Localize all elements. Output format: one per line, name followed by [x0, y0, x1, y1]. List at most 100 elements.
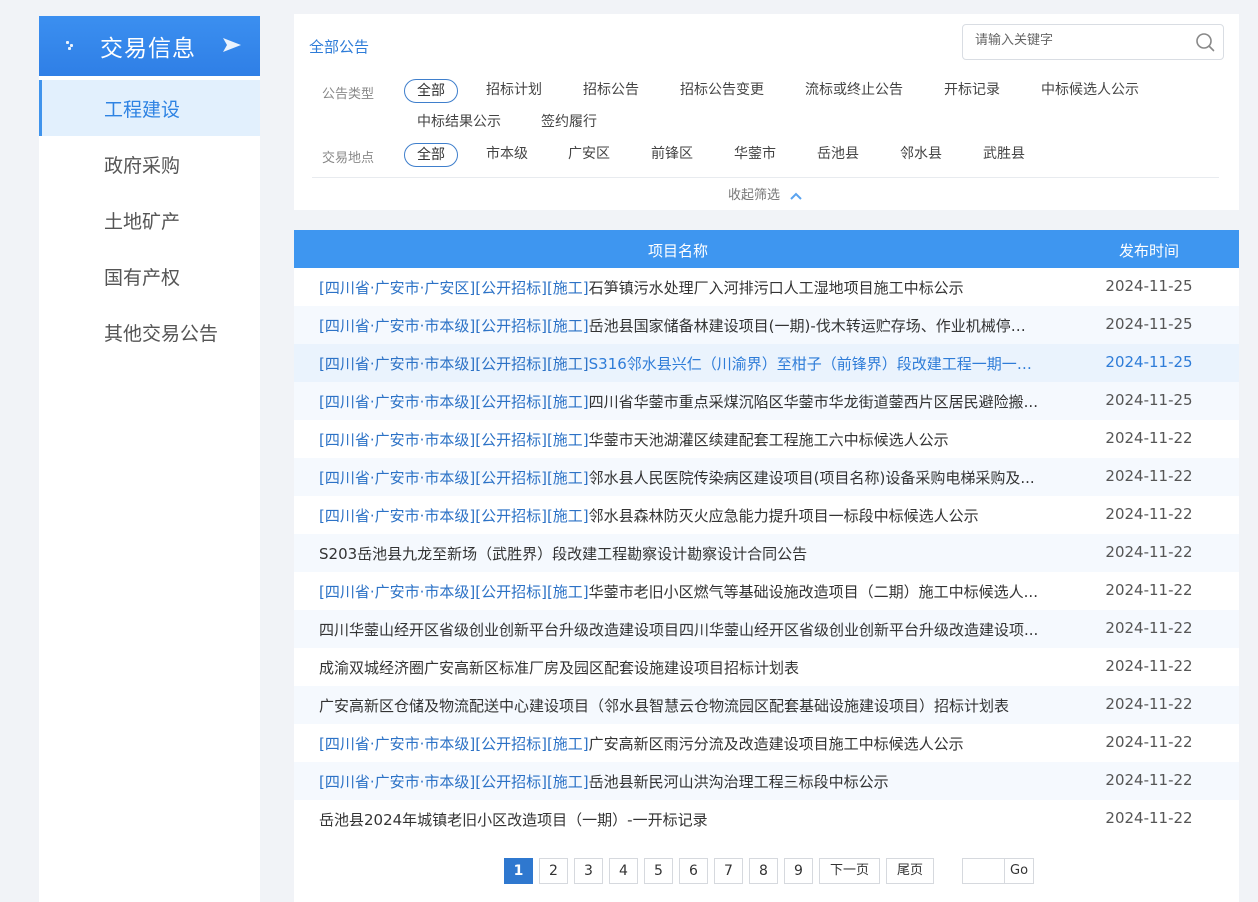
filter-chip-location[interactable]: 前锋区 [651, 143, 693, 167]
filter-chip-location[interactable]: 武胜县 [983, 143, 1025, 167]
search-input[interactable] [975, 33, 1185, 48]
filter-chip-type[interactable]: 全部 [404, 79, 458, 103]
row-title-text: 岳池县2024年城镇老旧小区改造项目（一期）-一开标记录 [319, 811, 708, 829]
sidebar-nav: 工程建设 政府采购 土地矿产 国有产权 其他交易公告 [39, 76, 260, 360]
row-date: 2024-11-22 [1105, 505, 1193, 523]
filter-chip-location[interactable]: 邻水县 [900, 143, 942, 167]
sidebar-item[interactable]: 其他交易公告 [39, 304, 260, 360]
table-row[interactable]: 岳池县2024年城镇老旧小区改造项目（一期）-一开标记录 2024-11-22 [294, 800, 1239, 838]
row-title[interactable]: [四川省·广安市·市本级][公开招标][施工]邻水县森林防灭火应急能力提升项目一… [319, 505, 1039, 526]
row-title[interactable]: [四川省·广安市·市本级][公开招标][施工]华蓥市老旧小区燃气等基础设施改造项… [319, 581, 1039, 602]
table-row[interactable]: [四川省·广安市·市本级][公开招标][施工]S316邻水县兴仁（川渝界）至柑子… [294, 344, 1239, 382]
row-title[interactable]: [四川省·广安市·广安区][公开招标][施工]石笋镇污水处理厂入河排污口人工湿地… [319, 277, 1039, 298]
filter-chip-type[interactable]: 招标计划 [486, 79, 542, 103]
row-title[interactable]: S203岳池县九龙至新场（武胜界）段改建工程勘察设计勘察设计合同公告 [319, 543, 1039, 564]
page-button[interactable]: 9 [784, 858, 813, 884]
table-row[interactable]: [四川省·广安市·市本级][公开招标][施工]广安高新区雨污分流及改造建设项目施… [294, 724, 1239, 762]
row-title[interactable]: 成渝双城经济圈广安高新区标准厂房及园区配套设施建设项目招标计划表 [319, 657, 1039, 678]
filter-chip-type[interactable]: 中标候选人公示 [1041, 79, 1139, 103]
sidebar-item[interactable]: 政府采购 [39, 136, 260, 192]
row-date: 2024-11-25 [1105, 353, 1193, 371]
filter-chip-type[interactable]: 招标公告 [583, 79, 639, 103]
filter-chip-type[interactable]: 开标记录 [944, 79, 1000, 103]
filter-chip-type[interactable]: 签约履行 [541, 111, 597, 135]
page-button[interactable]: 4 [609, 858, 638, 884]
announcement-table: 项目名称 发布时间 [四川省·广安市·广安区][公开招标][施工]石笋镇污水处理… [294, 230, 1239, 902]
table-row[interactable]: [四川省·广安市·市本级][公开招标][施工]邻水县人民医院传染病区建设项目(项… [294, 458, 1239, 496]
filter-panel: 全部公告 公告类型 交易地点 收起筛选 全部 招标计划 招标公告 招标公告变更 流标或终… [294, 14, 1239, 210]
table-row[interactable]: 广安高新区仓储及物流配送中心建设项目（邻水县智慧云仓物流园区配套基础设施建设项目… [294, 686, 1239, 724]
sidebar-item[interactable]: 国有产权 [39, 248, 260, 304]
dots-icon [66, 41, 76, 51]
table-row[interactable]: S203岳池县九龙至新场（武胜界）段改建工程勘察设计勘察设计合同公告 2024-1… [294, 534, 1239, 572]
row-title[interactable]: [四川省·广安市·市本级][公开招标][施工]四川省华蓥市重点采煤沉陷区华蓥市华… [319, 391, 1039, 412]
row-prefix: [四川省·广安市·市本级][公开招标][施工] [319, 469, 589, 487]
table-row[interactable]: 成渝双城经济圈广安高新区标准厂房及园区配套设施建设项目招标计划表 2024-11-… [294, 648, 1239, 686]
filter-chip-location[interactable]: 市本级 [486, 143, 528, 167]
next-page-button[interactable]: 下一页 [819, 858, 881, 884]
filter-chip-type[interactable]: 流标或终止公告 [805, 79, 903, 103]
divider [312, 177, 1219, 178]
row-date: 2024-11-22 [1105, 733, 1193, 751]
table-row[interactable]: [四川省·广安市·市本级][公开招标][施工]华蓥市老旧小区燃气等基础设施改造项… [294, 572, 1239, 610]
row-prefix: [四川省·广安市·市本级][公开招标][施工] [319, 773, 589, 791]
row-prefix: [四川省·广安市·广安区][公开招标][施工] [319, 279, 589, 297]
search-icon[interactable] [1195, 32, 1215, 52]
row-title[interactable]: [四川省·广安市·市本级][公开招标][施工]广安高新区雨污分流及改造建设项目施… [319, 733, 1039, 754]
row-prefix: [四川省·广安市·市本级][公开招标][施工] [319, 431, 589, 449]
page-button[interactable]: 3 [574, 858, 603, 884]
sidebar-item[interactable]: 工程建设 [39, 80, 260, 136]
table-row[interactable]: [四川省·广安市·市本级][公开招标][施工]华蓥市天池湖灌区续建配套工程施工六… [294, 420, 1239, 458]
table-row[interactable]: [四川省·广安市·广安区][公开招标][施工]石笋镇污水处理厂入河排污口人工湿地… [294, 268, 1239, 306]
filter-chip-location[interactable]: 广安区 [568, 143, 610, 167]
column-header-date: 发布时间 [1118, 242, 1179, 260]
page-button[interactable]: 8 [749, 858, 778, 884]
row-title-text: 邻水县森林防灭火应急能力提升项目一标段中标候选人公示 [588, 507, 979, 525]
row-title-text: 岳池县新民河山洪沟治理工程三标段中标公示 [588, 773, 889, 791]
type-filter-label: 公告类型 [322, 87, 375, 102]
table-row[interactable]: [四川省·广安市·市本级][公开招标][施工]四川省华蓥市重点采煤沉陷区华蓥市华… [294, 382, 1239, 420]
row-prefix: [四川省·广安市·市本级][公开招标][施工] [319, 317, 589, 335]
sidebar: 交易信息 工程建设 政府采购 土地矿产 国有产权 其他交易公告 [39, 16, 260, 902]
row-title[interactable]: [四川省·广安市·市本级][公开招标][施工]岳池县国家储备林建设项目(一期)-… [319, 315, 1039, 336]
page-button[interactable]: 1 [504, 858, 533, 884]
go-button[interactable]: Go [1004, 858, 1035, 884]
table-row[interactable]: [四川省·广安市·市本级][公开招标][施工]岳池县新民河山洪沟治理工程三标段中… [294, 762, 1239, 800]
sidebar-item[interactable]: 土地矿产 [39, 192, 260, 248]
filter-chip-type[interactable]: 招标公告变更 [680, 79, 764, 103]
row-title[interactable]: 四川华蓥山经开区省级创业创新平台升级改造建设项目四川华蓥山经开区省级创业创新平台… [319, 619, 1039, 640]
row-title[interactable]: [四川省·广安市·市本级][公开招标][施工]华蓥市天池湖灌区续建配套工程施工六… [319, 429, 1039, 450]
location-filter-label: 交易地点 [322, 151, 375, 166]
row-title[interactable]: [四川省·广安市·市本级][公开招标][施工]岳池县新民河山洪沟治理工程三标段中… [319, 771, 1039, 792]
last-page-button[interactable]: 尾页 [886, 858, 935, 884]
row-title[interactable]: 岳池县2024年城镇老旧小区改造项目（一期）-一开标记录 [319, 809, 1039, 830]
row-title-text: 广安高新区仓储及物流配送中心建设项目（邻水县智慧云仓物流园区配套基础设施建设项目… [319, 697, 1010, 715]
page-button[interactable]: 7 [714, 858, 743, 884]
row-date: 2024-11-22 [1105, 695, 1193, 713]
row-title[interactable]: [四川省·广安市·市本级][公开招标][施工]S316邻水县兴仁（川渝界）至柑子… [319, 353, 1039, 374]
row-title[interactable]: [四川省·广安市·市本级][公开招标][施工]邻水县人民医院传染病区建设项目(项… [319, 467, 1039, 488]
row-prefix: [四川省·广安市·市本级][公开招标][施工] [319, 735, 589, 753]
filter-chip-location[interactable]: 全部 [404, 143, 458, 167]
row-title-text: 广安高新区雨污分流及改造建设项目施工中标候选人公示 [588, 735, 964, 753]
all-announcements-title[interactable]: 全部公告 [309, 36, 369, 57]
table-row[interactable]: 四川华蓥山经开区省级创业创新平台升级改造建设项目四川华蓥山经开区省级创业创新平台… [294, 610, 1239, 648]
page-button[interactable]: 2 [539, 858, 568, 884]
filter-chip-type[interactable]: 中标结果公示 [417, 111, 501, 135]
filter-chip-location[interactable]: 华蓥市 [734, 143, 776, 167]
page-button[interactable]: 5 [644, 858, 673, 884]
table-row[interactable]: [四川省·广安市·市本级][公开招标][施工]岳池县国家储备林建设项目(一期)-… [294, 306, 1239, 344]
row-title-text: 四川省华蓥市重点采煤沉陷区华蓥市华龙街道蓥西片区居民避险搬... [588, 393, 1038, 411]
goto-page-input[interactable] [962, 858, 1005, 884]
row-date: 2024-11-22 [1105, 809, 1193, 827]
page-button[interactable]: 6 [679, 858, 708, 884]
table-row[interactable]: [四川省·广安市·市本级][公开招标][施工]邻水县森林防灭火应急能力提升项目一… [294, 496, 1239, 534]
collapse-filter-label: 收起筛选 [728, 188, 781, 203]
row-title-text: 成渝双城经济圈广安高新区标准厂房及园区配套设施建设项目招标计划表 [319, 659, 800, 677]
filter-chip-location[interactable]: 岳池县 [817, 143, 859, 167]
collapse-filter-button[interactable]: 收起筛选 [728, 184, 802, 203]
row-title[interactable]: 广安高新区仓储及物流配送中心建设项目（邻水县智慧云仓物流园区配套基础设施建设项目… [319, 695, 1039, 716]
row-title-text: S316邻水县兴仁（川渝界）至柑子（前锋界）段改建工程一期一标... [588, 355, 1039, 373]
row-date: 2024-11-25 [1105, 391, 1193, 409]
pagination: 1 2 3 4 5 6 7 8 9 下一页 尾页 Go [504, 858, 1035, 884]
